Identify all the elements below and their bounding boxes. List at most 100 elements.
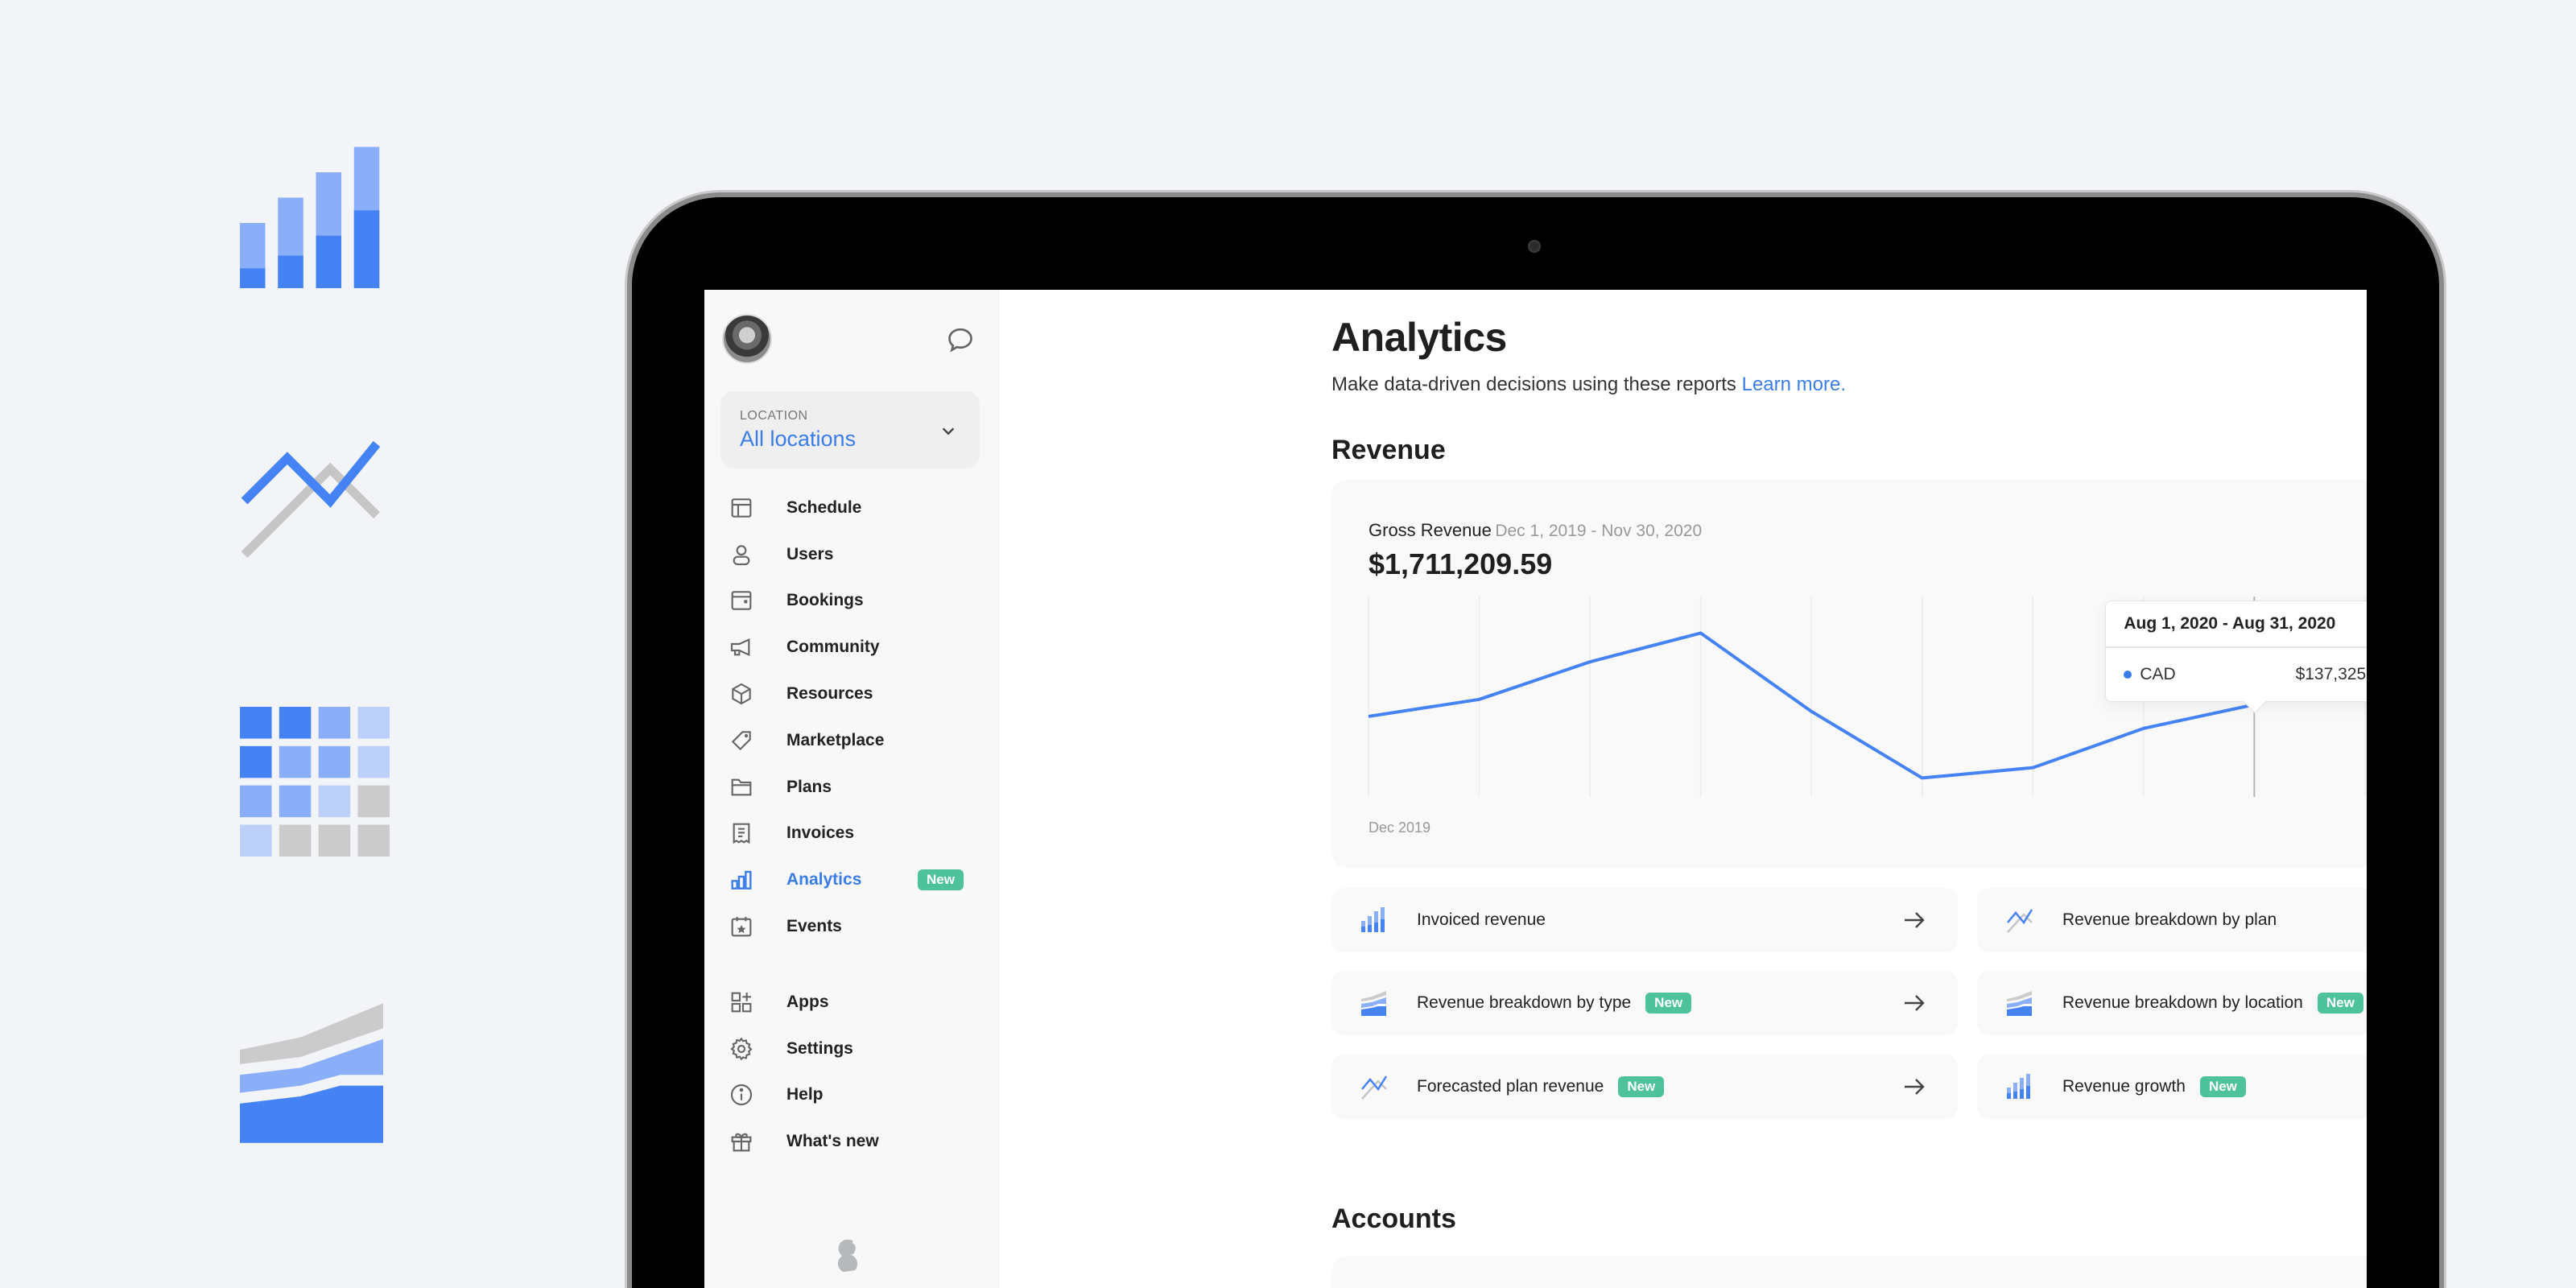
page-subtitle: Make data-driven decisions using these r…: [1331, 374, 1846, 396]
info-icon: [729, 1082, 754, 1108]
sidebar-item-label: Marketplace: [786, 730, 885, 749]
tooltip-date: Aug 1, 2020 - Aug 31, 2020: [2106, 601, 2367, 648]
decorative-area-chart-icon: [240, 1003, 383, 1143]
tooltip-value: $137,325.05: [2295, 665, 2367, 683]
report-label: Revenue breakdown by plan: [2062, 910, 2277, 929]
sidebar-item-users[interactable]: Users: [704, 531, 999, 578]
report-card-revenue-breakdown-by-type[interactable]: Revenue breakdown by type New: [1331, 971, 1958, 1035]
sidebar-item-label: Settings: [786, 1038, 853, 1058]
brand-logo-icon: [837, 1240, 858, 1272]
sidebar-item-invoices[interactable]: Invoices: [704, 811, 999, 857]
sidebar-item-schedule[interactable]: Schedule: [704, 485, 999, 531]
sidebar-item-label: Resources: [786, 684, 873, 704]
sidebar-item-resources[interactable]: Resources: [704, 671, 999, 717]
data-point[interactable]: [2136, 720, 2152, 737]
report-card-revenue-breakdown-by-plan[interactable]: Revenue breakdown by plan: [1977, 888, 2367, 952]
data-point[interactable]: [2025, 760, 2041, 776]
location-label: LOCATION: [740, 409, 808, 423]
data-point[interactable]: [1803, 704, 1819, 720]
accounts-heading: Accounts: [1331, 1203, 1456, 1234]
x-tick-label: Dec 2019: [1368, 819, 1430, 836]
report-label: Revenue breakdown by type: [1417, 993, 1632, 1012]
sidebar-item-community[interactable]: Community: [704, 624, 999, 671]
schedule-icon: [729, 495, 754, 521]
sidebar-nav-secondary: Apps Settings Help What's new: [704, 979, 999, 1165]
decorative-bar-chart-icon: [240, 143, 385, 288]
new-badge: New: [918, 869, 964, 891]
sidebar-item-events[interactable]: Events: [704, 903, 999, 950]
avatar[interactable]: [722, 314, 772, 364]
sidebar: LOCATION All locations Schedule Users Bo…: [704, 290, 999, 1288]
new-badge: New: [2317, 993, 2363, 1013]
subtitle-text: Make data-driven decisions using these r…: [1331, 374, 1736, 395]
sidebar-item-label: Events: [786, 917, 842, 936]
megaphone-icon: [729, 634, 754, 660]
decorative-line-chart-icon: [240, 433, 385, 562]
sidebar-item-apps[interactable]: Apps: [704, 979, 999, 1026]
arrow-right-icon: [1905, 1079, 1925, 1095]
app-screen: LOCATION All locations Schedule Users Bo…: [704, 290, 2367, 1288]
arrow-right-icon: [1905, 995, 1925, 1011]
sidebar-item-marketplace[interactable]: Marketplace: [704, 717, 999, 764]
report-card-revenue-growth[interactable]: Revenue growth New: [1977, 1055, 2367, 1119]
sidebar-item-label: Users: [786, 544, 834, 564]
report-card-invoiced-revenue[interactable]: Invoiced revenue: [1331, 888, 1958, 952]
main-content: Analytics Make data-driven decisions usi…: [999, 290, 2367, 1288]
location-selector[interactable]: LOCATION All locations: [720, 391, 980, 469]
sidebar-item-label: Plans: [786, 777, 832, 796]
data-point[interactable]: [1582, 654, 1598, 670]
location-value: All locations: [740, 427, 857, 451]
gear-icon: [729, 1036, 754, 1062]
chart-header: Gross Revenue Dec 1, 2019 - Nov 30, 2020…: [1368, 520, 1702, 581]
gross-revenue-card[interactable]: Dec 2019Nov 2020 Gross Revenue Dec 1, 20…: [1331, 480, 2367, 868]
learn-more-link[interactable]: Learn more.: [1742, 374, 1846, 395]
report-card-revenue-breakdown-by-location[interactable]: Revenue breakdown by location New: [1977, 971, 2367, 1035]
decorative-heatmap-icon: [240, 707, 390, 857]
report-label: Invoiced revenue: [1417, 910, 1546, 929]
tooltip-row: CAD $137,325.05: [2106, 648, 2367, 701]
chart-tooltip: Aug 1, 2020 - Aug 31, 2020 CAD $137,325.…: [2105, 601, 2367, 714]
line-chart-icon: [1361, 1075, 1388, 1100]
new-badge: New: [2199, 1076, 2246, 1097]
sidebar-item-whats-new[interactable]: What's new: [704, 1118, 999, 1165]
apps-icon: [729, 989, 754, 1015]
sidebar-item-label: Analytics: [786, 870, 862, 890]
report-label: Revenue breakdown by location: [2062, 993, 2303, 1012]
gift-icon: [729, 1129, 754, 1154]
new-badge: New: [1618, 1076, 1665, 1097]
sidebar-nav-primary: Schedule Users Bookings Community Resour…: [704, 485, 999, 950]
tag-icon: [729, 728, 754, 753]
revenue-heading: Revenue: [1331, 435, 1446, 465]
data-point[interactable]: [1360, 708, 1377, 724]
sidebar-item-settings[interactable]: Settings: [704, 1026, 999, 1072]
sidebar-item-bookings[interactable]: Bookings: [704, 578, 999, 625]
sidebar-item-label: What's new: [786, 1132, 879, 1151]
data-point[interactable]: [1914, 770, 1930, 786]
sidebar-item-label: Help: [786, 1085, 824, 1104]
sidebar-item-plans[interactable]: Plans: [704, 764, 999, 811]
sidebar-item-label: Invoices: [786, 824, 855, 843]
folder-icon: [729, 774, 754, 800]
data-point[interactable]: [1693, 625, 1709, 641]
sidebar-item-help[interactable]: Help: [704, 1072, 999, 1119]
chart-title: Gross Revenue: [1368, 520, 1492, 540]
chat-icon[interactable]: [946, 325, 975, 354]
report-card-forecasted-plan-revenue[interactable]: Forecasted plan revenue New: [1331, 1055, 1958, 1119]
receipt-icon: [729, 820, 754, 846]
new-badge: New: [1645, 993, 1692, 1013]
chart-total: $1,711,209.59: [1368, 547, 1553, 580]
accounts-card: [1331, 1256, 2367, 1288]
chevron-down-icon: [942, 427, 955, 436]
sidebar-item-analytics[interactable]: Analytics New: [704, 857, 999, 903]
user-icon: [729, 542, 754, 568]
line-chart-icon: [2007, 909, 2033, 933]
chart-date-range: Dec 1, 2019 - Nov 30, 2020: [1495, 522, 1703, 540]
calendar-star-icon: [729, 914, 754, 939]
area-chart-icon: [1361, 991, 1386, 1016]
series-dot-icon: [2124, 671, 2132, 679]
sidebar-item-label: Apps: [786, 992, 829, 1011]
camera-dot: [1528, 240, 1541, 253]
area-chart-icon: [2007, 991, 2032, 1016]
data-point[interactable]: [1472, 691, 1488, 708]
sidebar-item-label: Community: [786, 638, 880, 657]
